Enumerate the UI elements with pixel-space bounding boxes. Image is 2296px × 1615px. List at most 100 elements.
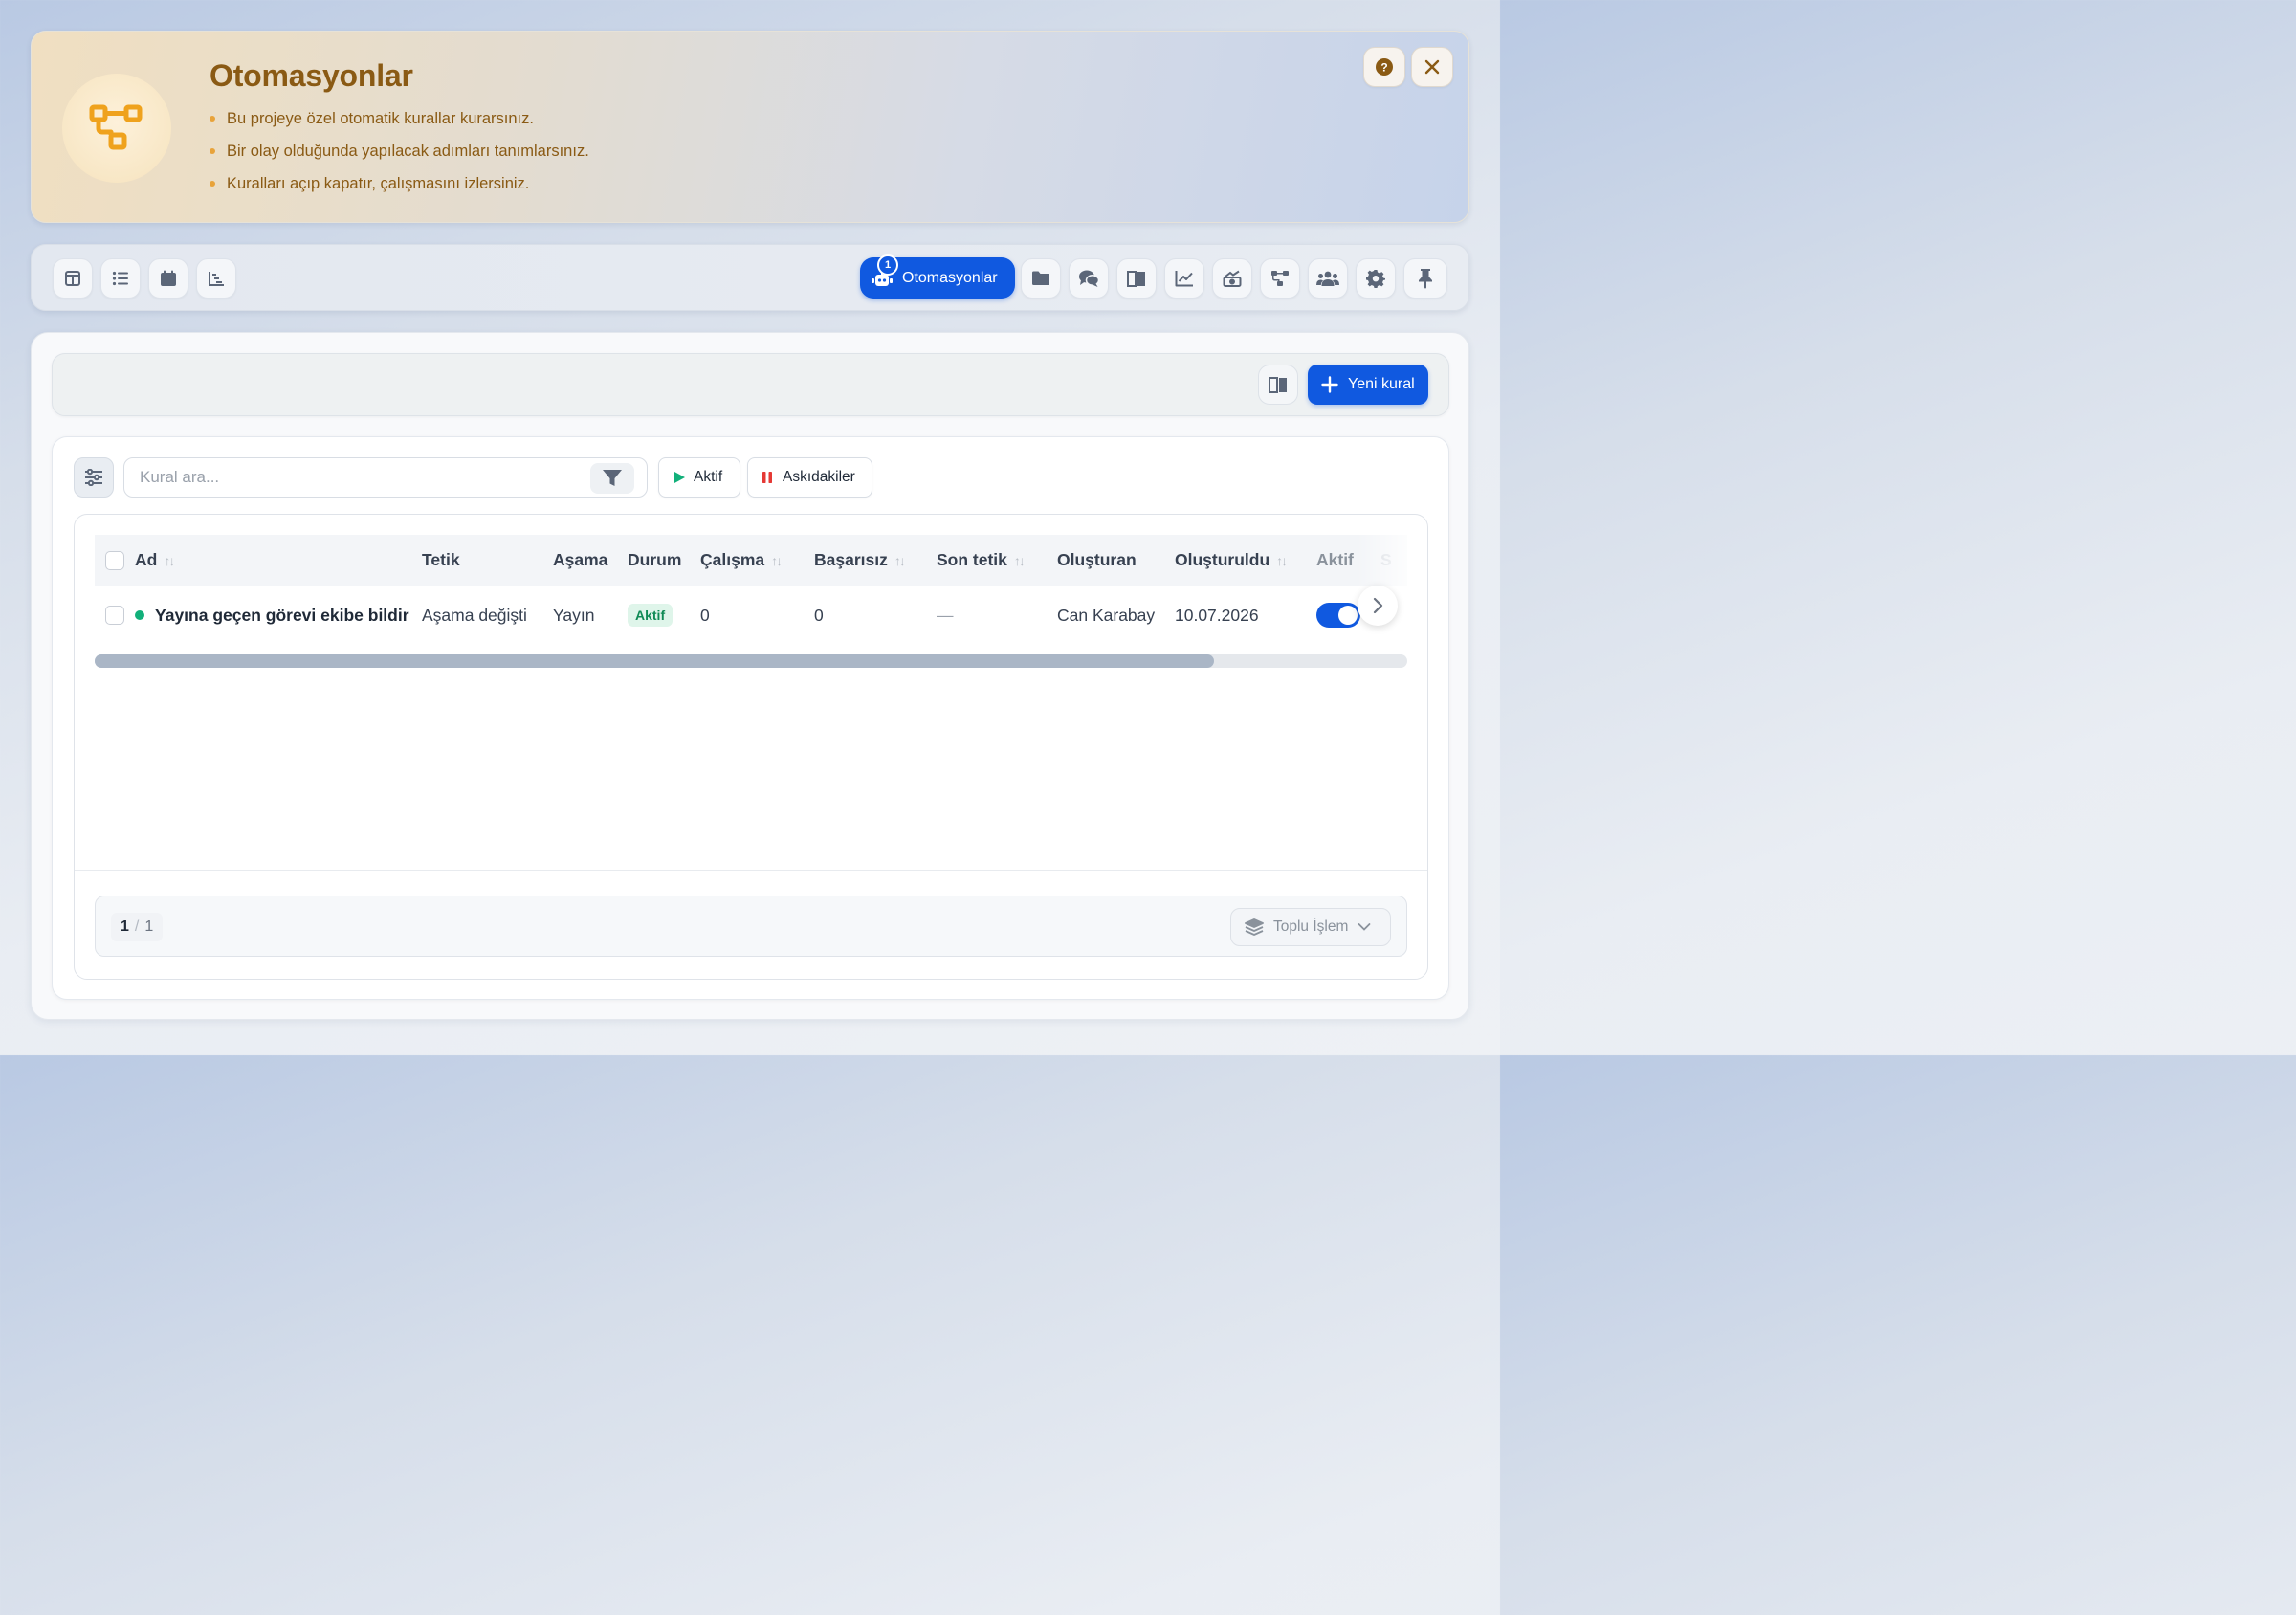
book-icon [1269, 377, 1287, 393]
list-view-icon [112, 271, 128, 286]
workflow-icon [89, 104, 143, 150]
funnel-icon [603, 470, 622, 486]
new-rule-label: Yeni kural [1348, 376, 1415, 392]
layers-icon [1245, 918, 1264, 936]
team-button[interactable] [1308, 258, 1348, 299]
list-view-button[interactable] [100, 258, 141, 299]
sort-icon: ↑↓ [1013, 552, 1026, 568]
filter-settings-button[interactable] [74, 457, 114, 498]
last-trigger-cell: — [937, 605, 954, 625]
settings-icon [1366, 270, 1385, 288]
close-button[interactable] [1411, 47, 1453, 87]
active-toggle[interactable] [1316, 603, 1360, 628]
horizontal-scrollbar[interactable] [95, 654, 1407, 668]
sort-icon: ↑↓ [164, 552, 175, 568]
row-checkbox[interactable] [105, 606, 124, 625]
sort-icon: ↑↓ [771, 552, 783, 568]
comments-icon [1079, 270, 1099, 287]
pause-icon [762, 472, 772, 483]
rule-name-cell[interactable]: Yayına geçen görevi ekibe bildir [135, 586, 409, 645]
action-bar: Yeni kural [52, 353, 1449, 416]
rule-name: Yayına geçen görevi ekibe bildir [155, 605, 409, 625]
sort-icon: ↑↓ [894, 552, 906, 568]
comments-button[interactable] [1069, 258, 1109, 299]
rule-search-input[interactable] [123, 457, 648, 498]
column-header-tetik: Tetik [422, 535, 460, 586]
table-footer: 1 / 1 Toplu İşlem [95, 896, 1407, 957]
calendar-view-button[interactable] [148, 258, 188, 299]
team-icon [1316, 271, 1339, 286]
board-view-icon [65, 271, 80, 286]
guide-button[interactable] [1258, 365, 1298, 405]
plus-icon [1321, 376, 1338, 393]
reports-button[interactable] [1212, 258, 1252, 299]
report-chart-icon [1223, 270, 1242, 287]
folder-icon [1032, 271, 1049, 285]
column-header-olusturuldu[interactable]: Oluşturuldu ↑↓ [1175, 535, 1288, 586]
line-chart-icon [1175, 271, 1193, 287]
column-label: Ad [135, 550, 158, 569]
column-header-s: S [1380, 535, 1392, 586]
sliders-icon [85, 469, 102, 486]
active-cell [1316, 586, 1360, 645]
help-button[interactable]: ? [1363, 47, 1405, 87]
trigger-cell: Aşama değişti [422, 605, 527, 625]
filter-chip-suspended[interactable]: Askıdakiler [747, 457, 872, 498]
board-view-button[interactable] [53, 258, 93, 299]
tab-otomasyonlar[interactable]: 1 Otomasyonlar [860, 254, 1015, 299]
files-button[interactable] [1021, 258, 1061, 299]
bulk-action-dropdown[interactable]: Toplu İşlem [1230, 908, 1391, 946]
banner-bullet: Bu projeye özel otomatik kurallar kurars… [210, 108, 589, 141]
analytics-button[interactable] [1164, 258, 1204, 299]
column-header-durum: Durum [628, 535, 681, 586]
settings-button[interactable] [1356, 258, 1396, 299]
stage-cell: Yayın [553, 605, 595, 625]
banner-bullet: Kuralları açıp kapatır, çalışmasını izle… [210, 173, 589, 206]
project-toolbar: 1 Otomasyonlar [31, 244, 1469, 311]
guide-button[interactable] [1116, 258, 1157, 299]
column-header-basarisiz[interactable]: Başarısız ↑↓ [814, 535, 906, 586]
chevron-right-icon [1373, 597, 1383, 614]
column-header-calisma[interactable]: Çalışma ↑↓ [700, 535, 783, 586]
created-at-cell: 10.07.2026 [1175, 605, 1259, 625]
created-by-cell: Can Karabay [1057, 605, 1156, 625]
new-rule-button[interactable]: Yeni kural [1308, 365, 1428, 405]
table-header: Ad ↑↓ Tetik Aşama Durum Çalışma ↑↓ Başarıs… [95, 535, 1407, 586]
workflow-button[interactable] [1260, 258, 1300, 299]
timeline-view-button[interactable] [196, 258, 236, 299]
column-label: Aşama [553, 550, 608, 569]
page-separator: / [134, 918, 140, 935]
book-icon [1127, 271, 1145, 287]
calendar-view-icon [161, 270, 176, 286]
banner-title: Otomasyonlar [210, 58, 413, 93]
scroll-right-button[interactable] [1358, 586, 1398, 626]
column-header-ad[interactable]: Ad ↑↓ [135, 535, 175, 586]
column-label: Son tetik [937, 550, 1007, 569]
banner-bullet: Bir olay olduğunda yapılacak adımları ta… [210, 141, 589, 173]
help-icon: ? [1376, 58, 1393, 76]
sort-icon: ↑↓ [1276, 552, 1288, 568]
filter-chip-active-label: Aktif [694, 469, 723, 485]
close-icon [1424, 59, 1440, 75]
chevron-down-icon [1358, 923, 1371, 931]
column-header-olusturan: Oluşturan [1057, 535, 1137, 586]
automation-count-badge: 1 [877, 254, 898, 276]
rules-panel: Aktif Askıdakiler Ad ↑↓ Tetik Aşama Durum… [52, 436, 1449, 1000]
column-label: Aktif [1316, 550, 1354, 569]
timeline-view-icon [209, 272, 224, 286]
select-all-checkbox[interactable] [105, 551, 124, 570]
runs-cell: 0 [700, 605, 710, 625]
column-header-son-tetik[interactable]: Son tetik ↑↓ [937, 535, 1026, 586]
search-filter-button[interactable] [590, 463, 634, 494]
pin-icon [1419, 269, 1432, 289]
divider [75, 870, 1427, 871]
column-label: Başarısız [814, 550, 888, 569]
pin-button[interactable] [1403, 258, 1447, 299]
column-header-asama: Aşama [553, 535, 607, 586]
rules-table: Ad ↑↓ Tetik Aşama Durum Çalışma ↑↓ Başarıs… [74, 514, 1428, 980]
filter-chip-active[interactable]: Aktif [658, 457, 740, 498]
scrollbar-thumb[interactable] [95, 654, 1215, 668]
page-current: 1 [121, 918, 129, 935]
pagination: 1 / 1 [111, 913, 164, 941]
status-cell: Aktif [628, 586, 673, 645]
